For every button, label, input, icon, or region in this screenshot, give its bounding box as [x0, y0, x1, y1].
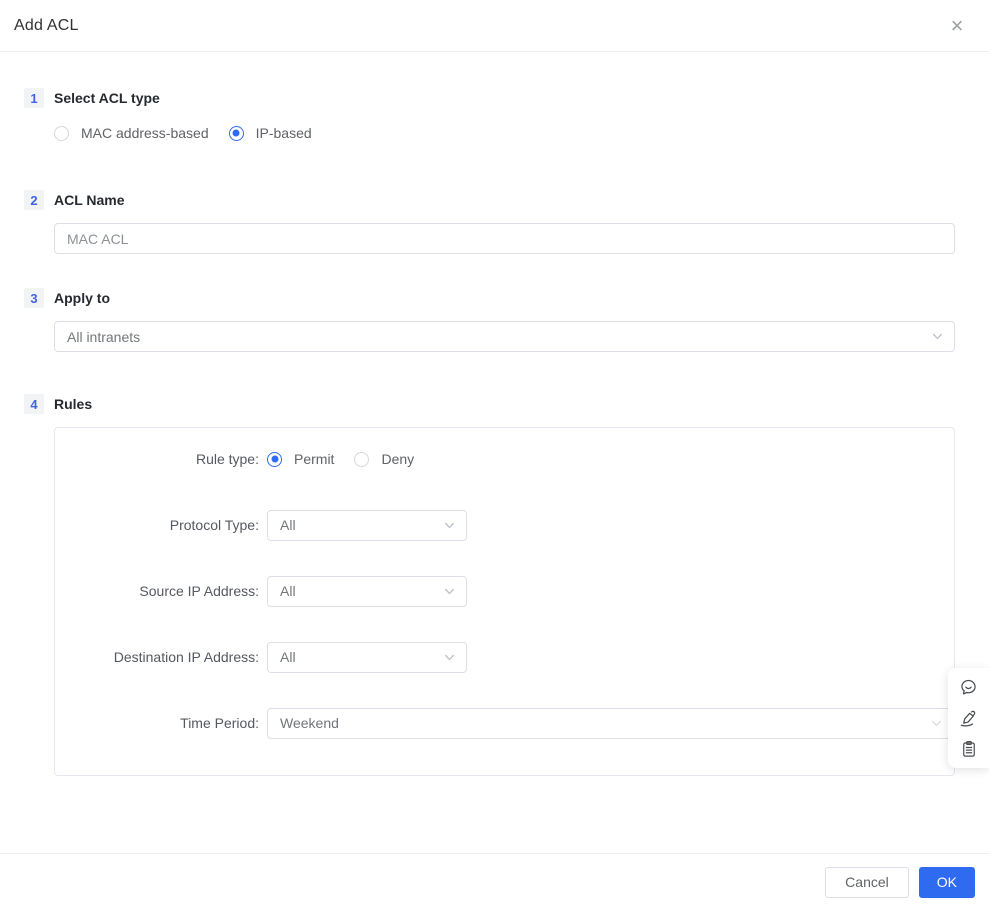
- step-rules: 4 Rules Rule type: Permit Deny Protocol …: [24, 394, 955, 776]
- step-select-acl-type: 1 Select ACL type MAC address-based IP-b…: [24, 88, 955, 145]
- step-acl-name: 2 ACL Name: [24, 190, 955, 254]
- step-heading: Apply to: [54, 290, 110, 306]
- rule-type-label: Rule type:: [195, 451, 259, 467]
- dialog-body: 1 Select ACL type MAC address-based IP-b…: [0, 52, 989, 776]
- source-ip-select[interactable]: All: [267, 575, 467, 607]
- rules-panel: Rule type: Permit Deny Protocol Type: Al…: [54, 427, 955, 776]
- chevron-down-icon: [931, 330, 944, 343]
- dialog-footer: Cancel OK: [0, 853, 989, 910]
- step-number-badge: 1: [24, 88, 44, 108]
- radio-label: Deny: [381, 451, 415, 467]
- signature-pen-icon[interactable]: [957, 706, 981, 730]
- acl-name-input[interactable]: [54, 223, 955, 254]
- select-value: All: [280, 583, 296, 599]
- radio-mac-address-based[interactable]: MAC address-based: [54, 125, 209, 141]
- step-number-badge: 3: [24, 288, 44, 308]
- ok-button[interactable]: OK: [918, 866, 975, 898]
- step-head: 2 ACL Name: [24, 190, 955, 210]
- chevron-down-icon: [443, 651, 456, 664]
- select-value: All intranets: [67, 328, 141, 345]
- cancel-button[interactable]: Cancel: [825, 866, 909, 898]
- time-period-label: Time Period:: [180, 715, 259, 731]
- radio-label: IP-based: [255, 125, 312, 141]
- select-value: All: [280, 517, 296, 533]
- destination-ip-label: Destination IP Address:: [113, 649, 259, 665]
- destination-ip-select[interactable]: All: [267, 641, 467, 673]
- time-period-select[interactable]: Weekend: [267, 707, 954, 739]
- radio-checked-icon: [267, 451, 282, 467]
- rule-type-radio-group: Permit Deny: [267, 447, 414, 471]
- chat-smile-icon[interactable]: [957, 675, 981, 699]
- radio-ip-based[interactable]: IP-based: [228, 125, 312, 141]
- radio-checked-icon: [228, 125, 244, 141]
- destination-ip-row: Destination IP Address: All: [55, 641, 954, 673]
- radio-unchecked-icon: [354, 451, 370, 467]
- protocol-type-select[interactable]: All: [267, 509, 467, 541]
- protocol-type-row: Protocol Type: All: [55, 509, 954, 541]
- step-heading: Rules: [54, 396, 93, 412]
- chevron-down-icon: [443, 585, 456, 598]
- step-number-badge: 4: [24, 394, 44, 414]
- step-head: 4 Rules: [24, 394, 955, 414]
- acl-type-radio-group: MAC address-based IP-based: [54, 121, 955, 145]
- step-number-badge: 2: [24, 190, 44, 210]
- close-icon[interactable]: ×: [945, 14, 969, 38]
- radio-unchecked-icon: [54, 125, 69, 141]
- clipboard-icon[interactable]: [957, 737, 981, 761]
- step-head: 3 Apply to: [24, 288, 955, 308]
- chevron-down-icon: [930, 717, 943, 730]
- source-ip-row: Source IP Address: All: [55, 575, 954, 607]
- rule-type-row: Rule type: Permit Deny: [55, 444, 954, 474]
- select-value: Weekend: [280, 715, 339, 731]
- select-value: All: [280, 649, 296, 665]
- chevron-down-icon: [443, 519, 456, 532]
- floating-tools-panel: [948, 668, 989, 768]
- radio-label: Permit: [294, 451, 335, 467]
- source-ip-label: Source IP Address:: [139, 583, 259, 599]
- radio-deny[interactable]: Deny: [354, 451, 414, 467]
- protocol-type-label: Protocol Type:: [169, 517, 259, 533]
- dialog-header: Add ACL ×: [0, 0, 989, 52]
- step-head: 1 Select ACL type: [24, 88, 955, 108]
- dialog-title: Add ACL: [14, 16, 79, 34]
- radio-label: MAC address-based: [81, 125, 209, 141]
- add-acl-dialog: Add ACL × 1 Select ACL type MAC address-…: [0, 0, 989, 910]
- step-heading: ACL Name: [54, 192, 125, 208]
- apply-to-select[interactable]: All intranets: [54, 321, 955, 352]
- step-apply-to: 3 Apply to All intranets: [24, 288, 955, 352]
- step-heading: Select ACL type: [54, 90, 160, 106]
- radio-permit[interactable]: Permit: [267, 451, 334, 467]
- time-period-row: Time Period: Weekend: [55, 707, 954, 739]
